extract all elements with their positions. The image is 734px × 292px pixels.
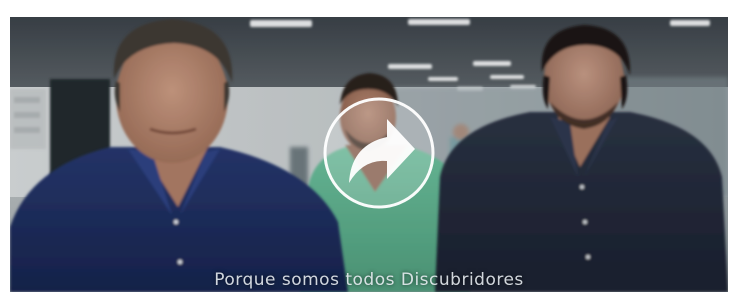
video-subtitle: Porque somos todos Discubridores: [214, 270, 524, 290]
page: Porque somos todos Discubridores: [0, 0, 734, 292]
video-player[interactable]: Porque somos todos Discubridores: [10, 17, 728, 292]
play-share-arrow-icon[interactable]: [323, 97, 435, 209]
